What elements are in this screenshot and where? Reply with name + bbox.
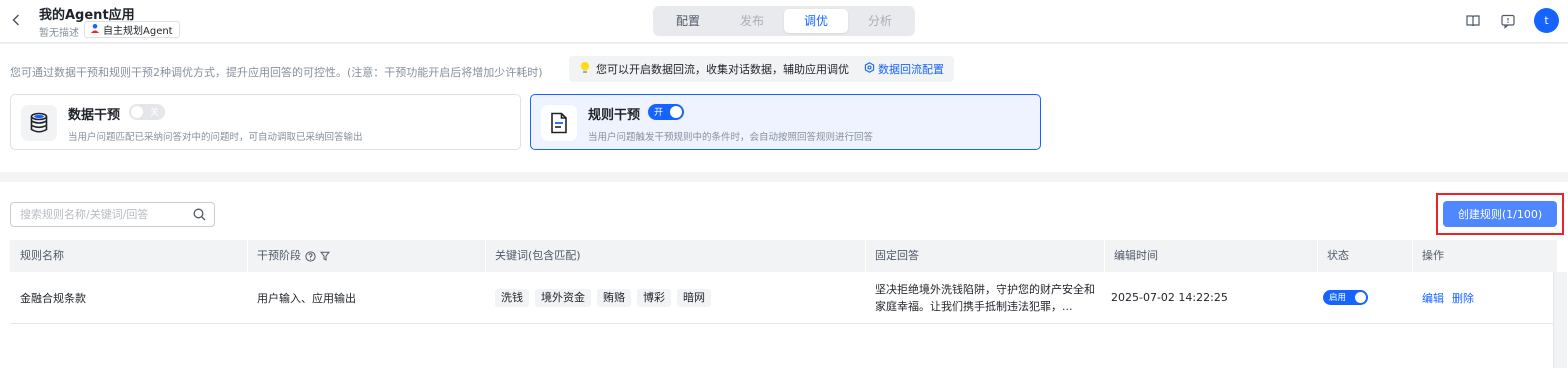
card-title: 规则干预 xyxy=(588,108,641,123)
search-input[interactable] xyxy=(20,203,190,226)
tab-config[interactable]: 配置 xyxy=(656,9,720,33)
data-intervention-card[interactable]: 数据干预 关 当用户问题匹配已采纳问答对中的问题时，可自动调取已采纳回答输出 xyxy=(10,94,521,150)
intro-description: 您可通过数据干预和规则干预2种调优方式，提升应用回答的可控性。(注意：干预功能开… xyxy=(10,66,543,79)
column-header: 规则名称 xyxy=(10,240,247,272)
app-header: 我的Agent应用 暂无描述 自主规划Agent 配置 发布 调优 分析 t xyxy=(0,0,1568,43)
column-label: 规则名称 xyxy=(20,249,64,262)
settings-icon xyxy=(864,62,875,76)
edit-rule-link[interactable]: 编辑 xyxy=(1422,290,1444,306)
data-intervention-switch[interactable]: 关 xyxy=(129,104,165,120)
switch-label: 关 xyxy=(149,108,159,118)
filter-icon[interactable] xyxy=(320,251,330,261)
tab-publish[interactable]: 发布 xyxy=(720,9,784,33)
tip-text: 您可以开启数据回流，收集对话数据，辅助应用调优 xyxy=(596,63,849,76)
column-label: 状态 xyxy=(1327,249,1349,262)
rules-panel: 创建规则(1/100) 规则名称 干预阶段 关键词(包含匹配) 固定回答 编辑时… xyxy=(0,182,1568,368)
user-avatar[interactable]: t xyxy=(1534,8,1559,33)
agent-robot-icon xyxy=(90,23,100,36)
switch-knob xyxy=(670,106,682,118)
bulb-icon xyxy=(579,61,591,77)
card-description: 当用户问题匹配已采纳问答对中的问题时，可自动调取已采纳回答输出 xyxy=(68,132,363,143)
switch-knob xyxy=(131,106,143,118)
keyword-tag: 境外资金 xyxy=(535,288,591,307)
switch-knob xyxy=(1355,292,1366,303)
database-icon xyxy=(21,105,57,141)
book-icon[interactable] xyxy=(1465,13,1481,29)
status-switch[interactable]: 启用 xyxy=(1323,290,1368,305)
agent-type-tag: 自主规划Agent xyxy=(84,21,180,38)
column-header: 编辑时间 xyxy=(1104,240,1317,272)
status-cell: 启用 xyxy=(1317,272,1412,323)
delete-rule-link[interactable]: 删除 xyxy=(1452,290,1474,306)
keyword-tag: 暗网 xyxy=(677,288,711,307)
create-rule-button[interactable]: 创建规则(1/100) xyxy=(1443,201,1557,227)
column-header: 固定回答 xyxy=(865,240,1104,272)
fixed-answer-text: 坚决拒绝境外洗钱陷阱，守护您的财产安全和家庭幸福。让我们携手抵制违法犯罪，... xyxy=(875,282,1095,313)
rule-document-icon xyxy=(541,105,577,141)
tab-analysis[interactable]: 分析 xyxy=(848,9,912,33)
rule-name-cell: 金融合规条款 xyxy=(20,291,86,305)
column-header: 操作 xyxy=(1412,240,1557,272)
feedback-icon[interactable] xyxy=(1500,13,1516,29)
help-circle-icon[interactable] xyxy=(305,250,316,262)
back-chevron-icon[interactable] xyxy=(9,12,23,28)
data-backflow-config-link[interactable]: 数据回流配置 xyxy=(864,61,944,77)
column-label: 编辑时间 xyxy=(1114,249,1158,262)
column-label: 固定回答 xyxy=(875,249,919,262)
search-icon[interactable] xyxy=(193,208,206,221)
card-description: 当用户问题触发干预规则中的条件时，会自动按照回答规则进行回答 xyxy=(588,132,874,143)
keyword-tag: 博彩 xyxy=(637,288,671,307)
highlight-box: 创建规则(1/100) xyxy=(1436,193,1564,235)
agent-type-label: 自主规划Agent xyxy=(103,26,173,37)
switch-label: 开 xyxy=(654,108,664,118)
data-backflow-tip: 您可以开启数据回流，收集对话数据，辅助应用调优 数据回流配置 xyxy=(569,56,954,82)
keywords-cell: 洗钱 境外资金 贿赂 博彩 暗网 xyxy=(485,272,865,323)
config-link-label: 数据回流配置 xyxy=(878,63,944,76)
app-description: 暂无描述 xyxy=(39,28,79,39)
column-header: 状态 xyxy=(1317,240,1412,272)
column-label: 操作 xyxy=(1422,249,1444,262)
top-tabs: 配置 发布 调优 分析 xyxy=(653,6,915,36)
table-header: 规则名称 干预阶段 关键词(包含匹配) 固定回答 编辑时间 状态 操作 xyxy=(10,240,1557,272)
rule-intervention-card[interactable]: 规则干预 开 当用户问题触发干预规则中的条件时，会自动按照回答规则进行回答 xyxy=(530,94,1041,150)
status-label: 启用 xyxy=(1329,293,1347,303)
rule-search-box xyxy=(10,202,215,227)
tab-tuning[interactable]: 调优 xyxy=(784,9,848,33)
column-label: 干预阶段 xyxy=(257,249,301,262)
edit-time-cell: 2025-07-02 14:22:25 xyxy=(1111,291,1228,304)
table-scrollbar[interactable] xyxy=(1553,272,1567,368)
column-label: 关键词(包含匹配) xyxy=(495,249,581,262)
tuning-intro-panel: 您可通过数据干预和规则干预2种调优方式，提升应用回答的可控性。(注意：干预功能开… xyxy=(0,44,1568,172)
rule-intervention-switch[interactable]: 开 xyxy=(648,104,684,120)
column-header: 干预阶段 xyxy=(247,240,485,272)
rules-table: 规则名称 干预阶段 关键词(包含匹配) 固定回答 编辑时间 状态 操作 金融合规… xyxy=(10,240,1567,368)
answer-cell: 坚决拒绝境外洗钱陷阱，守护您的财产安全和家庭幸福。让我们携手抵制违法犯罪，... xyxy=(865,272,1104,323)
card-title: 数据干预 xyxy=(68,108,121,123)
keyword-tag: 贿赂 xyxy=(597,288,631,307)
column-header: 关键词(包含匹配) xyxy=(485,240,865,272)
keyword-tag: 洗钱 xyxy=(495,288,529,307)
table-row[interactable]: 金融合规条款 用户输入、应用输出 洗钱 境外资金 贿赂 博彩 暗网 坚决拒绝境外… xyxy=(10,272,1557,324)
actions-cell: 编辑 删除 xyxy=(1412,272,1557,323)
stage-cell: 用户输入、应用输出 xyxy=(257,291,356,305)
